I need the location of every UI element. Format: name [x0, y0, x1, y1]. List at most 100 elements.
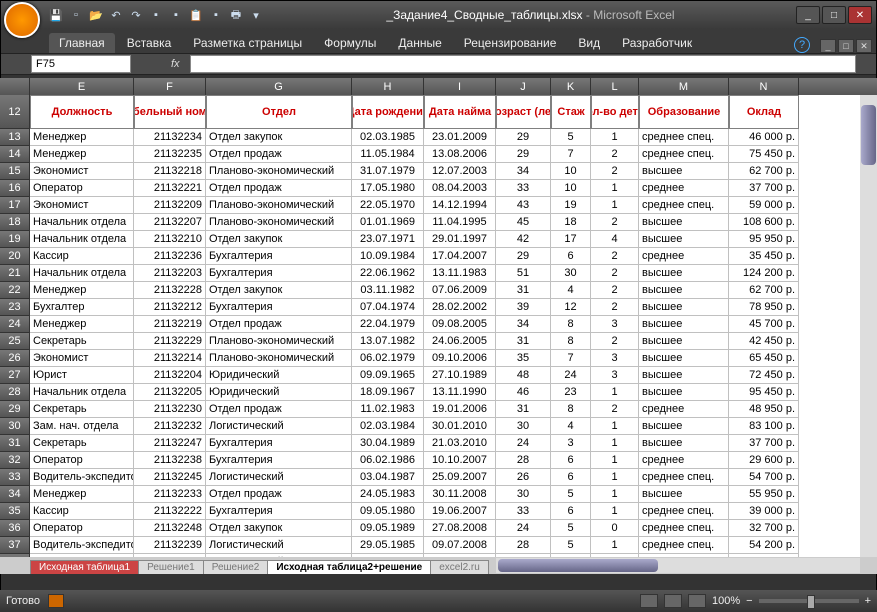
name-box[interactable]	[31, 55, 131, 73]
cell[interactable]: 30.04.1989	[352, 435, 424, 452]
cell[interactable]: высшее	[639, 282, 729, 299]
sheet-tab[interactable]: excel2.ru	[430, 560, 489, 574]
cell[interactable]: 21132207	[134, 214, 206, 231]
cell[interactable]: 08.04.2003	[424, 180, 496, 197]
table-col-header[interactable]: Оклад	[729, 95, 799, 129]
cell[interactable]: 29 600 р.	[729, 452, 799, 469]
cell[interactable]: 30	[496, 418, 551, 435]
cell[interactable]: 2	[591, 214, 639, 231]
cell[interactable]: среднее спец.	[639, 537, 729, 554]
cell[interactable]: 13.11.1990	[424, 384, 496, 401]
cell[interactable]: 17.05.1980	[352, 180, 424, 197]
cell[interactable]: 11.05.1984	[352, 146, 424, 163]
cell[interactable]: Планово-экономический	[206, 350, 352, 367]
cell[interactable]: высшее	[639, 214, 729, 231]
row-header[interactable]: 18	[0, 214, 30, 231]
wb-minimize-button[interactable]: _	[820, 39, 836, 53]
cell[interactable]: 21132219	[134, 316, 206, 333]
cell[interactable]: 13.07.1982	[352, 333, 424, 350]
cell[interactable]: 24.06.2005	[424, 333, 496, 350]
cell[interactable]: 1	[591, 197, 639, 214]
cell[interactable]: 6	[551, 503, 591, 520]
cell[interactable]: 1	[591, 435, 639, 452]
cell[interactable]: 65 450 р.	[729, 350, 799, 367]
row-header[interactable]: 17	[0, 197, 30, 214]
cell[interactable]: 06.02.1979	[352, 350, 424, 367]
cell[interactable]: 10.09.1984	[352, 248, 424, 265]
cell[interactable]: 1	[591, 503, 639, 520]
table-col-header[interactable]: Стаж	[551, 95, 591, 129]
cell[interactable]: Оператор	[30, 452, 134, 469]
row-header[interactable]: 14	[0, 146, 30, 163]
table-col-header[interactable]: Дата найма	[424, 95, 496, 129]
cell[interactable]: 33	[496, 503, 551, 520]
cell[interactable]: 46	[496, 384, 551, 401]
paste-icon[interactable]: 📋	[187, 6, 205, 24]
cell[interactable]: среднее	[639, 401, 729, 418]
maximize-button[interactable]: □	[822, 6, 846, 24]
cell[interactable]: 6	[551, 452, 591, 469]
cell[interactable]: 8	[551, 401, 591, 418]
cell[interactable]: высшее	[639, 486, 729, 503]
col-header[interactable]: F	[134, 78, 206, 95]
cell[interactable]: Менеджер	[30, 129, 134, 146]
cell[interactable]: 59 000 р.	[729, 197, 799, 214]
vertical-scrollbar[interactable]	[860, 95, 877, 557]
cell[interactable]: 3	[591, 316, 639, 333]
cell[interactable]: 21132204	[134, 367, 206, 384]
cell[interactable]: 83 100 р.	[729, 418, 799, 435]
zoom-in-button[interactable]: +	[865, 595, 871, 607]
cell[interactable]: 2	[591, 299, 639, 316]
cell[interactable]: 37 700 р.	[729, 435, 799, 452]
view-normal-button[interactable]	[640, 594, 658, 608]
cell[interactable]: 19	[551, 197, 591, 214]
tab-layout[interactable]: Разметка страницы	[183, 33, 312, 53]
zoom-out-button[interactable]: −	[746, 595, 752, 607]
cell[interactable]: 24	[496, 435, 551, 452]
cell[interactable]: 07.06.2009	[424, 282, 496, 299]
cell[interactable]: Отдел продаж	[206, 146, 352, 163]
row-header[interactable]: 26	[0, 350, 30, 367]
row-header[interactable]: 30	[0, 418, 30, 435]
cell[interactable]: 62 700 р.	[729, 282, 799, 299]
cell[interactable]: 5	[551, 537, 591, 554]
cell[interactable]: высшее	[639, 265, 729, 282]
cell[interactable]: 18.09.1967	[352, 384, 424, 401]
cell[interactable]: 21132203	[134, 265, 206, 282]
wb-restore-button[interactable]: □	[838, 39, 854, 53]
cell[interactable]: 21132209	[134, 197, 206, 214]
cell[interactable]: 09.09.1965	[352, 367, 424, 384]
cell[interactable]: Оператор	[30, 180, 134, 197]
row-header[interactable]: 16	[0, 180, 30, 197]
cell[interactable]: Бухгалтерия	[206, 435, 352, 452]
cell[interactable]: Менеджер	[30, 282, 134, 299]
zoom-slider[interactable]	[759, 599, 859, 603]
horizontal-scrollbar[interactable]	[496, 558, 860, 573]
cell[interactable]: 25.09.2007	[424, 469, 496, 486]
row-header[interactable]: 34	[0, 486, 30, 503]
col-header[interactable]: G	[206, 78, 352, 95]
cell[interactable]: 124 200 р.	[729, 265, 799, 282]
sheet-tab[interactable]: Решение1	[138, 560, 204, 574]
cell[interactable]: 3	[591, 350, 639, 367]
cell[interactable]: 7	[551, 350, 591, 367]
cell[interactable]: 78 950 р.	[729, 299, 799, 316]
cell[interactable]: 10.10.2007	[424, 452, 496, 469]
office-button[interactable]	[4, 2, 40, 38]
cell[interactable]: 17.04.2007	[424, 248, 496, 265]
macro-record-icon[interactable]	[48, 594, 64, 608]
cell[interactable]: 29	[496, 129, 551, 146]
cell[interactable]: 31	[496, 282, 551, 299]
cell[interactable]: 0	[591, 520, 639, 537]
cell[interactable]: 21132210	[134, 231, 206, 248]
cell[interactable]: высшее	[639, 333, 729, 350]
cell[interactable]: 01.01.1969	[352, 214, 424, 231]
row-header[interactable]: 19	[0, 231, 30, 248]
formula-input[interactable]	[190, 55, 856, 73]
cell[interactable]: 54 700 р.	[729, 469, 799, 486]
fx-icon[interactable]: fx	[171, 58, 180, 70]
cell[interactable]: 54 200 р.	[729, 537, 799, 554]
cell[interactable]: 21132230	[134, 401, 206, 418]
cell[interactable]: Отдел закупок	[206, 129, 352, 146]
cell[interactable]: 39	[496, 299, 551, 316]
